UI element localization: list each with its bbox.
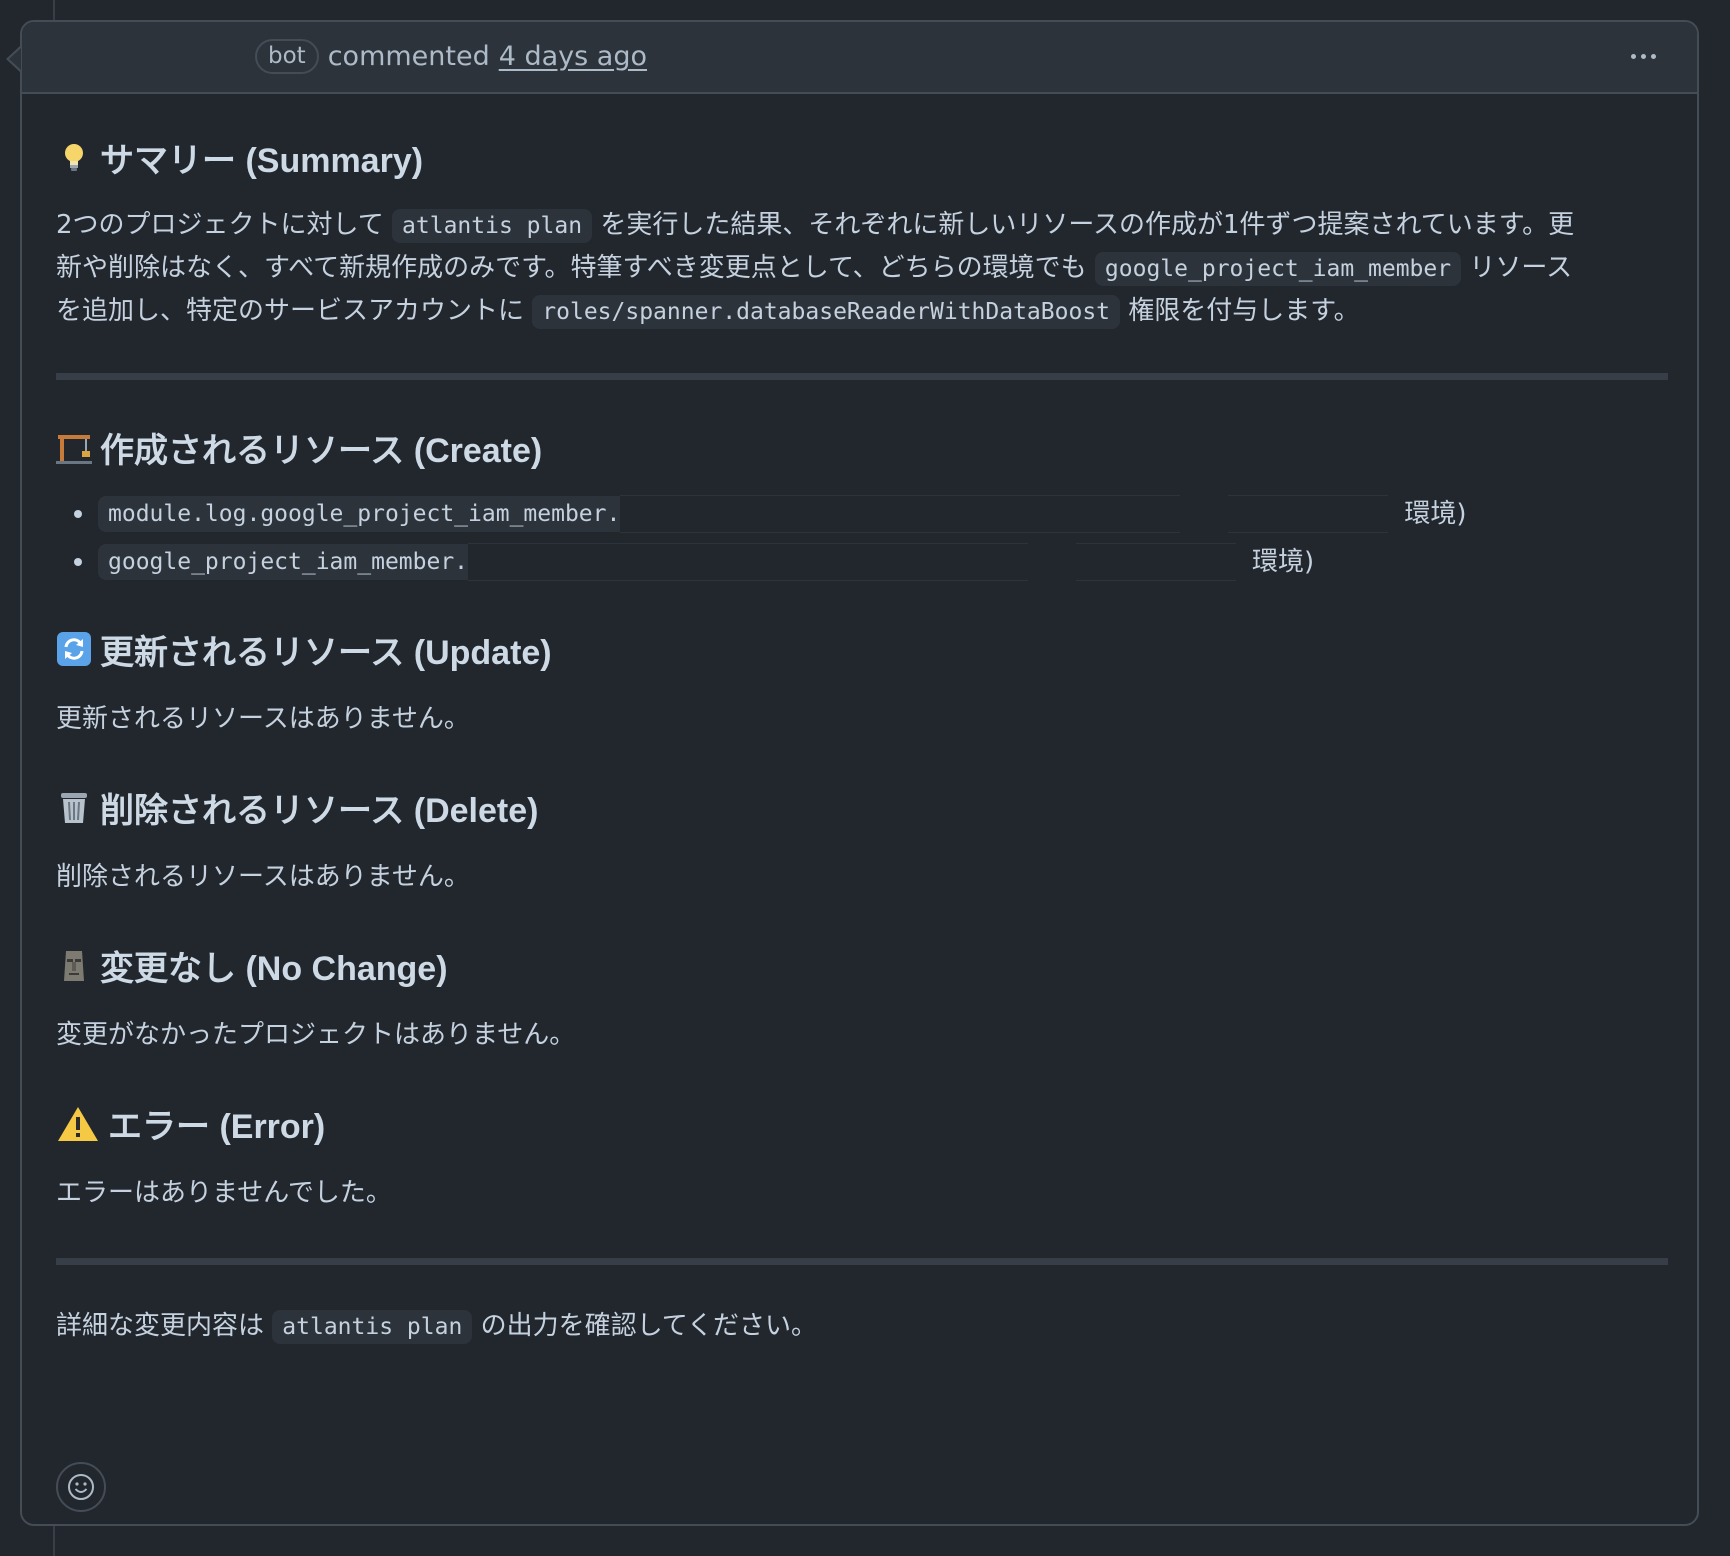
comment-meta: bot commented 4 days ago (255, 39, 647, 74)
warning-icon (56, 1105, 100, 1141)
kebab-dot-icon (1630, 53, 1636, 59)
update-text: 更新されるリソースはありません。 (56, 704, 470, 734)
resource-code: module.log.google_project_iam_member. (98, 495, 1181, 533)
footer-paragraph: 詳細な変更内容は atlantis plan の出力を確認してください。 (56, 1305, 1668, 1348)
summary-heading: サマリー (Summary) (56, 132, 1668, 182)
comment-header: bot commented 4 days ago (22, 22, 1697, 94)
arrows-cycle-icon (56, 631, 92, 667)
kebab-dot-icon (1640, 53, 1646, 59)
comment-body: サマリー (Summary) 2つのプロジェクトに対して atlantis pl… (56, 132, 1668, 1348)
kebab-dot-icon (1650, 53, 1656, 59)
create-list: module.log.google_project_iam_member. 環境… (56, 490, 1668, 586)
redacted-block (468, 543, 1029, 581)
error-heading: エラー (Error) (56, 1098, 1668, 1148)
nochange-heading: 変更なし (No Change) (56, 940, 1668, 990)
inline-code: roles/spanner.databaseReaderWithDataBoos… (532, 295, 1121, 329)
list-item: google_project_iam_member. 環境) (74, 538, 1668, 586)
delete-heading: 削除されるリソース (Delete) (56, 782, 1668, 832)
trash-can-icon (56, 789, 92, 825)
redacted-block (1228, 495, 1389, 533)
comment-caret-inner (9, 48, 21, 70)
construction-crane-icon (56, 429, 92, 465)
nochange-text: 変更がなかったプロジェクトはありません。 (56, 1020, 576, 1050)
summary-paragraph: 2つのプロジェクトに対して atlantis plan を実行した結果、それぞれ… (56, 204, 1668, 333)
error-text: エラーはありませんでした。 (56, 1178, 392, 1208)
comment-action: commented (327, 41, 490, 72)
lightbulb-icon (56, 139, 92, 175)
smiley-icon (68, 1474, 94, 1500)
delete-text: 削除されるリソースはありません。 (56, 862, 470, 892)
comment-card: bot commented 4 days ago サマリー (Summary) (20, 20, 1699, 1526)
resource-code: google_project_iam_member. (98, 543, 1029, 581)
more-options-button[interactable] (1625, 44, 1661, 68)
create-heading: 作成されるリソース (Create) (56, 422, 1668, 472)
add-reaction-button[interactable] (56, 1462, 106, 1512)
section-divider (56, 373, 1668, 380)
inline-code: atlantis plan (392, 209, 593, 243)
list-item: module.log.google_project_iam_member. 環境… (74, 490, 1668, 538)
section-divider (56, 1258, 1668, 1265)
comment-timestamp-link[interactable]: 4 days ago (499, 41, 647, 72)
update-heading: 更新されるリソース (Update) (56, 624, 1668, 674)
redacted-block (1076, 543, 1237, 581)
moai-icon (56, 947, 92, 983)
bot-badge: bot (255, 39, 319, 74)
redacted-block (620, 495, 1181, 533)
inline-code: atlantis plan (272, 1310, 473, 1344)
inline-code: google_project_iam_member (1094, 252, 1462, 286)
